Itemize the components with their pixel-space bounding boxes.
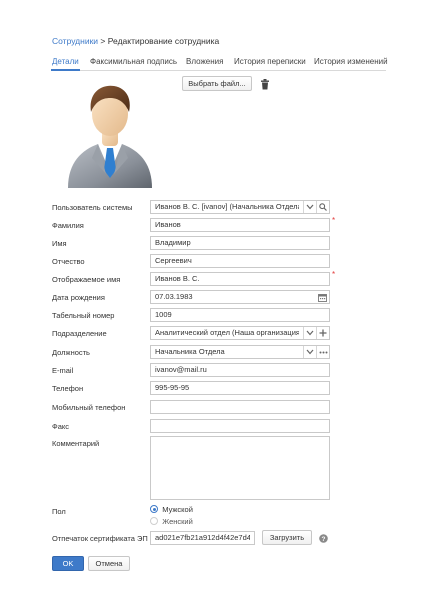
tab-correspondence[interactable]: История переписки — [234, 57, 306, 66]
upload-button[interactable]: Загрузить — [262, 530, 312, 545]
first-name-value: Владимир — [155, 238, 191, 247]
email-label: E-mail — [52, 366, 74, 375]
gender-option-male: Мужской — [162, 505, 193, 514]
tab-bar: Детали Факсимильная подпись Вложения Ист… — [51, 57, 388, 71]
chevron-down-icon[interactable] — [303, 327, 316, 339]
phone-label: Телефон — [52, 384, 84, 393]
gender-radio-male[interactable]: Мужской — [150, 504, 193, 514]
fax-label: Факс — [52, 422, 69, 431]
patronymic-field[interactable]: Сергеевич — [150, 254, 330, 268]
choose-file-button[interactable]: Выбрать файл... — [182, 76, 252, 91]
tab-change-history[interactable]: История изменений — [314, 57, 388, 66]
avatar — [62, 78, 158, 190]
radio-unselected — [150, 517, 158, 525]
cert-value: ad021e7fb21a912d4f42e7d4e — [155, 533, 250, 542]
position-label: Должность — [52, 348, 90, 357]
first-name-label: Имя — [52, 239, 67, 248]
tab-facsimile[interactable]: Факсимильная подпись — [90, 57, 177, 66]
department-value: Аналитический отдел (Наша организация) — [155, 328, 299, 337]
breadcrumb-link-employees[interactable]: Сотрудники — [52, 36, 98, 46]
personnel-number-label: Табельный номер — [52, 311, 115, 320]
delete-icon[interactable] — [260, 79, 270, 90]
calendar-icon[interactable] — [316, 291, 329, 303]
system-user-combobox[interactable]: Иванов В. С. [ivanov] (Начальника Отдела… — [150, 200, 330, 214]
radio-selected — [150, 505, 158, 513]
page-title: Редактирование сотрудника — [107, 36, 220, 46]
gender-label: Пол — [52, 507, 66, 516]
search-icon[interactable] — [316, 201, 329, 213]
display-name-field[interactable]: Иванов В. С. — [150, 272, 330, 286]
birth-date-label: Дата рождения — [52, 293, 105, 302]
fax-field[interactable] — [150, 419, 330, 433]
ok-button[interactable]: OK — [52, 556, 84, 571]
chevron-down-icon[interactable] — [303, 346, 316, 358]
email-value: ivanov@mail.ru — [155, 365, 207, 374]
breadcrumb: Сотрудники > Редактирование сотрудника — [52, 36, 219, 46]
position-combobox[interactable]: Начальника Отдела — [150, 345, 330, 359]
personnel-number-value: 1009 — [155, 310, 172, 319]
first-name-field[interactable]: Владимир — [150, 236, 330, 250]
mobile-phone-label: Мобильный телефон — [52, 403, 126, 412]
system-user-label: Пользователь системы — [52, 203, 133, 212]
mobile-phone-field[interactable] — [150, 400, 330, 414]
cert-field[interactable]: ad021e7fb21a912d4f42e7d4e — [150, 531, 255, 545]
phone-field[interactable]: 995-95-95 — [150, 381, 330, 395]
required-marker: * — [332, 270, 336, 279]
cancel-button[interactable]: Отмена — [88, 556, 130, 571]
last-name-label: Фамилия — [52, 221, 84, 230]
cert-label: Отпечаток сертификата ЭП — [52, 534, 148, 543]
patronymic-label: Отчество — [52, 257, 85, 266]
last-name-value: Иванов — [155, 220, 181, 229]
plus-icon[interactable] — [316, 327, 329, 339]
tab-attachments[interactable]: Вложения — [186, 57, 223, 66]
chevron-down-icon[interactable] — [303, 201, 316, 213]
department-combobox[interactable]: Аналитический отдел (Наша организация) — [150, 326, 330, 340]
patronymic-value: Сергеевич — [155, 256, 192, 265]
personnel-number-field[interactable]: 1009 — [150, 308, 330, 322]
comment-textarea[interactable] — [150, 436, 330, 500]
comment-label: Комментарий — [52, 439, 100, 448]
tab-details[interactable]: Детали — [51, 57, 80, 71]
phone-value: 995-95-95 — [155, 383, 190, 392]
birth-date-value: 07.03.1983 — [155, 292, 193, 301]
required-marker: * — [332, 216, 336, 225]
display-name-label: Отображаемое имя — [52, 275, 121, 284]
last-name-field[interactable]: Иванов — [150, 218, 330, 232]
email-field[interactable]: ivanov@mail.ru — [150, 363, 330, 377]
system-user-value: Иванов В. С. [ivanov] (Начальника Отдела… — [155, 202, 299, 211]
gender-radio-female[interactable]: Женский — [150, 516, 193, 526]
gender-option-female: Женский — [162, 517, 193, 526]
position-value: Начальника Отдела — [155, 347, 225, 356]
svg-text:?: ? — [322, 536, 326, 543]
birth-date-field[interactable]: 07.03.1983 — [150, 290, 330, 304]
more-icon[interactable] — [316, 346, 329, 358]
department-label: Подразделение — [52, 329, 107, 338]
display-name-value: Иванов В. С. — [155, 274, 200, 283]
breadcrumb-separator: > — [98, 36, 108, 46]
help-icon[interactable]: ? — [319, 534, 328, 543]
